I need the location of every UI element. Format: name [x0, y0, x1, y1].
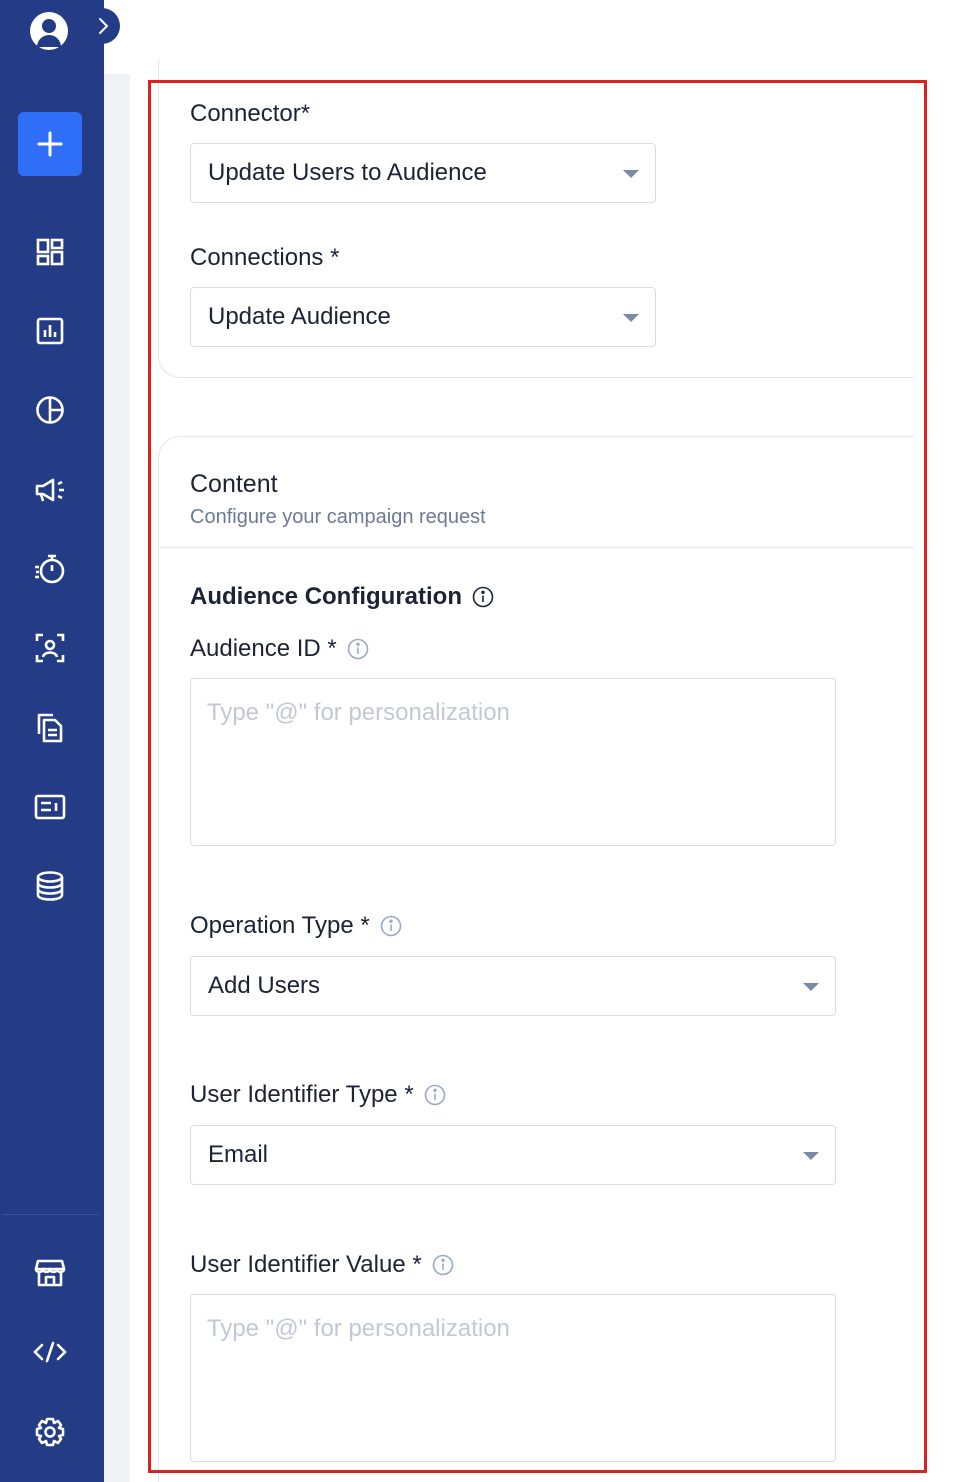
add-button[interactable]: [18, 112, 82, 176]
sidebar-item-settings[interactable]: [26, 1408, 74, 1456]
content-divider: [160, 547, 914, 548]
sidebar-item-developer[interactable]: [26, 1328, 74, 1376]
sidebar-item-data[interactable]: [26, 862, 74, 910]
info-icon[interactable]: [424, 1084, 446, 1106]
audience-configuration-title: Audience Configuration: [190, 583, 494, 611]
segments-icon: [36, 396, 64, 424]
caret-down-icon: [803, 1152, 819, 1160]
operation-type-select[interactable]: Add Users: [190, 956, 836, 1016]
avatar[interactable]: [30, 12, 68, 50]
user-identifier-type-value: Email: [208, 1141, 269, 1168]
audience-id-input[interactable]: Type "@" for personalization: [190, 678, 836, 846]
info-icon[interactable]: [472, 586, 494, 608]
dashboard-icon: [36, 238, 64, 266]
connector-label: Connector*: [190, 100, 311, 127]
catalog-icon: [34, 794, 66, 820]
plus-icon: [37, 131, 63, 157]
connections-select[interactable]: Update Audience: [190, 287, 656, 347]
sidebar-item-journeys[interactable]: [26, 545, 74, 593]
audience-id-label: Audience ID *: [190, 635, 369, 663]
sidebar-item-users[interactable]: [26, 624, 74, 672]
chevron-right-icon: [99, 18, 109, 34]
user-identifier-value-label: User Identifier Value *: [190, 1251, 454, 1279]
content-subtitle: Configure your campaign request: [190, 506, 486, 528]
caret-down-icon: [803, 983, 819, 991]
user-identifier-type-label: User Identifier Type *: [190, 1081, 446, 1109]
content-gutter: [104, 74, 130, 1482]
connections-value: Update Audience: [208, 303, 391, 330]
info-icon[interactable]: [347, 638, 369, 660]
campaigns-icon: [35, 478, 64, 502]
info-icon[interactable]: [432, 1254, 454, 1276]
store-icon: [34, 1259, 66, 1287]
developer-icon: [33, 1341, 67, 1363]
user-identifier-value-input[interactable]: Type "@" for personalization: [190, 1294, 836, 1462]
templates-icon: [37, 713, 63, 743]
data-icon: [36, 871, 64, 901]
sidebar-toggle-button[interactable]: [86, 8, 120, 44]
info-icon[interactable]: [380, 915, 402, 937]
sidebar-item-analytics[interactable]: [26, 307, 74, 355]
sidebar-item-store[interactable]: [26, 1249, 74, 1297]
settings-icon: [35, 1417, 65, 1447]
content-title: Content: [190, 470, 278, 498]
audience-id-placeholder: Type "@" for personalization: [207, 699, 510, 726]
users-icon: [35, 633, 65, 663]
journeys-icon: [35, 554, 65, 584]
connections-label: Connections *: [190, 244, 340, 271]
operation-type-label: Operation Type *: [190, 912, 402, 940]
user-identifier-type-select[interactable]: Email: [190, 1125, 836, 1185]
operation-type-value: Add Users: [208, 972, 321, 999]
connector-select[interactable]: Update Users to Audience: [190, 143, 656, 203]
caret-down-icon: [623, 170, 639, 178]
analytics-icon: [36, 317, 64, 345]
sidebar-item-templates[interactable]: [26, 704, 74, 752]
sidebar-item-campaigns[interactable]: [26, 466, 74, 514]
connector-value: Update Users to Audience: [208, 159, 487, 186]
sidebar: [0, 0, 120, 1482]
caret-down-icon: [623, 314, 639, 322]
sidebar-item-dashboard[interactable]: [26, 228, 74, 276]
sidebar-item-segments[interactable]: [26, 386, 74, 434]
sidebar-item-catalog[interactable]: [26, 783, 74, 831]
user-identifier-value-placeholder: Type "@" for personalization: [207, 1315, 510, 1342]
sidebar-divider: [2, 1214, 98, 1215]
